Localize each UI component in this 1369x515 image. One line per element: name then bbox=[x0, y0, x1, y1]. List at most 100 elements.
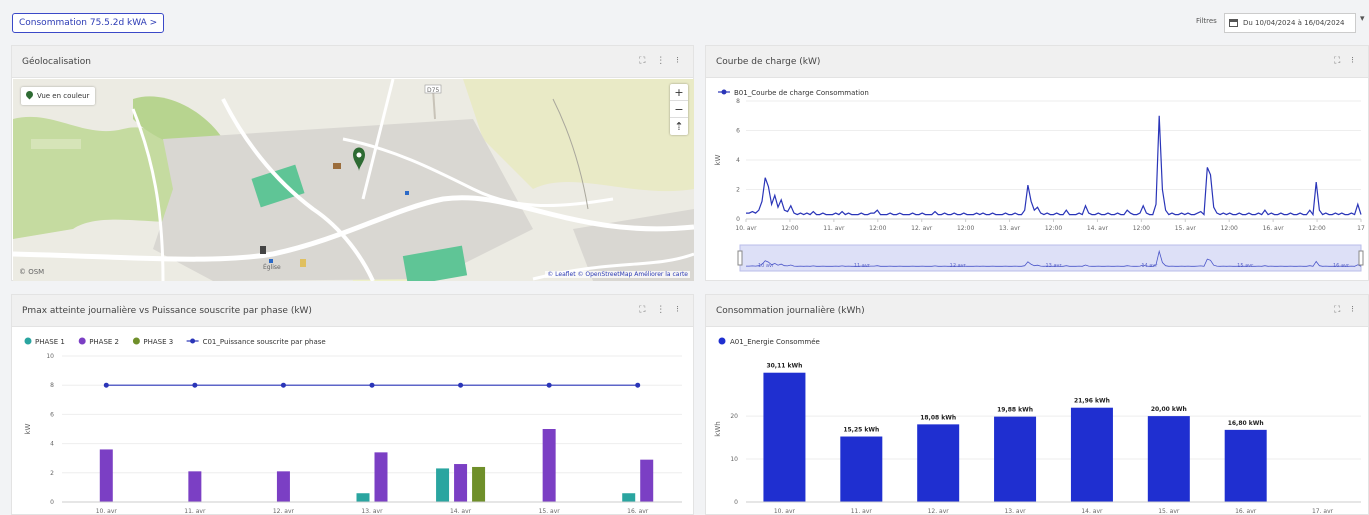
panel-title: Pmax atteinte journalière vs Puissance s… bbox=[22, 306, 312, 316]
daily-consumption-panel: Consommation journalière (kWh) ⛶ ⁝ A01_E… bbox=[705, 294, 1369, 515]
x-tick-label: 11. avr bbox=[823, 225, 845, 232]
x-tick-label: 16. avr bbox=[627, 508, 649, 515]
subscribed-power-point bbox=[635, 382, 641, 388]
navigator-tick-label: 15 avr bbox=[1237, 263, 1254, 269]
location-marker-dot bbox=[356, 152, 362, 158]
y-tick-label: 6 bbox=[50, 411, 54, 418]
x-tick-label: 13. avr bbox=[1004, 508, 1026, 515]
map-layer-button[interactable]: Vue en couleur bbox=[21, 87, 96, 105]
load-curve-chart[interactable]: B01_Courbe de charge Consommation 0 2 4 6 8 kW… bbox=[706, 79, 1368, 281]
panel-tools-icon[interactable]: ⛶ ⁝ bbox=[1334, 305, 1358, 315]
legend-dot bbox=[718, 337, 726, 345]
x-tick-label: 10. avr bbox=[774, 508, 796, 515]
map-tiles[interactable]: D75 Église bbox=[13, 79, 694, 281]
legend-dot bbox=[132, 337, 140, 345]
map-attribution-link[interactable]: © Leaflet © OpenStreetMap Améliorer la c… bbox=[545, 271, 690, 278]
daily-consumption-chart[interactable]: A01_Energie Consommée 0 10 20 kWh 30,11 kWh 10… bbox=[706, 328, 1368, 515]
consumption-bar bbox=[1224, 429, 1267, 502]
navigator-tick-label: 10 avr bbox=[758, 263, 775, 269]
y-tick-label: 8 bbox=[736, 98, 740, 105]
legend-label: C01_Puissance souscrite par phase bbox=[203, 338, 326, 346]
filter-label: Filtres bbox=[1196, 17, 1217, 25]
x-tick-label: 12:00 bbox=[1308, 225, 1325, 232]
x-tick-label: 12. avr bbox=[911, 225, 933, 232]
pmax-chart[interactable]: PHASE 1 PHASE 2 PHASE 3 C01_Puissance sousc… bbox=[12, 328, 693, 515]
bar-phase-3 bbox=[472, 466, 486, 502]
bar-value-label: 18,08 kWh bbox=[920, 414, 956, 421]
bar-phase-2 bbox=[276, 471, 290, 502]
x-tick-label: 12. avr bbox=[273, 508, 295, 515]
bar-phase-2 bbox=[640, 459, 654, 502]
geolocation-panel: Géolocalisation ⛶ ⋮ ⁝ D75 Église Vue en … bbox=[11, 45, 694, 281]
map-road-label: D75 bbox=[427, 87, 439, 94]
consumption-bar bbox=[1147, 416, 1190, 502]
y-tick-label: 10 bbox=[46, 353, 54, 360]
panel-tools-icon[interactable]: ⛶ ⋮ ⁝ bbox=[639, 305, 683, 315]
bar-phase-2 bbox=[374, 452, 388, 502]
consumption-selector-button[interactable]: Consommation 75.5.2d kWA > bbox=[12, 13, 165, 33]
subscribed-power-point bbox=[369, 382, 375, 388]
zoom-in-button[interactable]: + bbox=[670, 84, 688, 101]
reset-view-button[interactable]: ⇡ bbox=[670, 118, 688, 135]
y-axis-label: kW bbox=[24, 423, 32, 434]
panel-title: Consommation journalière (kWh) bbox=[716, 306, 865, 316]
calendar-icon bbox=[1229, 19, 1238, 27]
subscribed-power-point bbox=[103, 382, 109, 388]
y-tick-label: 0 bbox=[736, 216, 740, 223]
date-range-picker[interactable]: Du 10/04/2024 à 16/04/2024 bbox=[1224, 13, 1356, 33]
y-axis-label: kW bbox=[714, 154, 722, 165]
x-tick-label: 10. avr bbox=[735, 225, 757, 232]
y-tick-label: 4 bbox=[736, 157, 740, 164]
bar-phase-1 bbox=[622, 493, 636, 502]
top-bar: Consommation 75.5.2d kWA > Filtres Du 10… bbox=[0, 0, 1369, 44]
x-tick-label: 14. avr bbox=[1081, 508, 1103, 515]
navigator-left-handle bbox=[737, 250, 743, 266]
y-tick-label: 2 bbox=[736, 187, 740, 194]
x-tick-label: 15. avr bbox=[539, 508, 561, 515]
legend-dot bbox=[190, 338, 196, 344]
map-place-label: Église bbox=[263, 263, 281, 271]
zoom-out-button[interactable]: − bbox=[670, 101, 688, 118]
x-tick-label: 17. avr bbox=[1312, 508, 1334, 515]
y-tick-label: 2 bbox=[50, 470, 54, 477]
legend-dot bbox=[24, 337, 32, 345]
consumption-bar bbox=[994, 416, 1037, 502]
navigator-tick-label: 16 avr bbox=[1333, 263, 1350, 269]
bar-phase-1 bbox=[356, 493, 370, 502]
legend-dot bbox=[721, 89, 727, 95]
bar-phase-1 bbox=[436, 468, 450, 502]
y-tick-label: 0 bbox=[734, 499, 738, 506]
bar-phase-2 bbox=[188, 471, 202, 502]
y-tick-label: 4 bbox=[50, 441, 54, 448]
x-tick-label: 11. avr bbox=[851, 508, 873, 515]
x-tick-label: 12:00 bbox=[781, 225, 798, 232]
bar-value-label: 21,96 kWh bbox=[1074, 398, 1110, 405]
date-range-value: Du 10/04/2024 à 16/04/2024 bbox=[1243, 19, 1345, 27]
panel-tools-icon[interactable]: ⛶ ⋮ ⁝ bbox=[639, 56, 683, 66]
x-tick-label: 12:00 bbox=[1221, 225, 1238, 232]
map-layer-label: Vue en couleur bbox=[37, 92, 90, 100]
x-tick-label: 10. avr bbox=[96, 508, 118, 515]
pmax-panel: Pmax atteinte journalière vs Puissance s… bbox=[11, 294, 694, 515]
bar-value-label: 15,25 kWh bbox=[843, 427, 879, 434]
bar-value-label: 16,80 kWh bbox=[1228, 420, 1264, 427]
panel-tools-icon[interactable]: ⛶ ⁝ bbox=[1334, 56, 1358, 66]
x-tick-label: 12:00 bbox=[957, 225, 974, 232]
school-icon bbox=[300, 259, 306, 267]
chevron-down-icon[interactable]: ▾ bbox=[1360, 14, 1365, 24]
x-tick-label: 17 bbox=[1357, 225, 1365, 232]
x-tick-label: 16. avr bbox=[1235, 508, 1257, 515]
navigator-tick-label: 12 avr bbox=[950, 263, 967, 269]
load-curve-panel: Courbe de charge (kW) ⛶ ⁝ B01_Courbe de … bbox=[705, 45, 1369, 281]
bus-stop-icon bbox=[405, 191, 409, 195]
building-icon bbox=[333, 163, 341, 169]
panel-title: Courbe de charge (kW) bbox=[716, 57, 821, 67]
consumption-bar bbox=[763, 372, 806, 502]
bar-phase-2 bbox=[454, 464, 468, 502]
legend-label: PHASE 3 bbox=[143, 338, 173, 346]
y-tick-label: 0 bbox=[50, 499, 54, 506]
map-view[interactable]: D75 Église Vue en couleur + − ⇡ © OSM © … bbox=[13, 79, 694, 281]
map-pin-icon bbox=[24, 89, 35, 100]
panel-title: Géolocalisation bbox=[22, 57, 91, 67]
x-tick-label: 13. avr bbox=[999, 225, 1021, 232]
